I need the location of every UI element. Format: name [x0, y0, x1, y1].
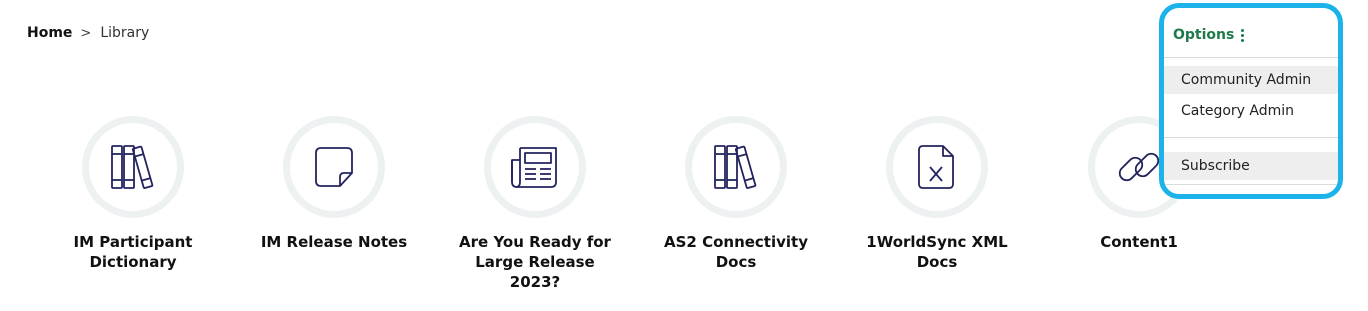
- tile-icon-circle[interactable]: [283, 116, 385, 218]
- tile-im-participant-dictionary[interactable]: IM Participant Dictionary: [33, 116, 233, 272]
- tile-im-release-notes[interactable]: IM Release Notes: [234, 116, 434, 252]
- newspaper-icon: [508, 142, 562, 192]
- menu-item-community-admin[interactable]: Community Admin: [1164, 66, 1338, 94]
- books-icon: [108, 142, 158, 192]
- options-dropdown: Options Community Admin Category Admin S…: [1159, 3, 1343, 199]
- tile-label[interactable]: IM Participant Dictionary: [48, 232, 218, 272]
- breadcrumb-home-link[interactable]: Home: [27, 25, 72, 41]
- xml-file-icon: [915, 142, 959, 192]
- tile-1worldsync-xml-docs[interactable]: 1WorldSync XML Docs: [837, 116, 1037, 272]
- menu-divider: [1164, 137, 1338, 138]
- kebab-menu-icon: [1241, 28, 1245, 42]
- breadcrumb-current: Library: [100, 25, 150, 41]
- tile-label[interactable]: Content1: [1054, 232, 1224, 252]
- tile-large-release-2023[interactable]: Are You Ready for Large Release 2023?: [435, 116, 635, 292]
- menu-item-subscribe[interactable]: Subscribe: [1164, 152, 1338, 180]
- link-icon: [1114, 142, 1164, 192]
- sticky-note-icon: [310, 143, 358, 191]
- menu-divider-bottom: [1164, 184, 1338, 185]
- tile-as2-connectivity-docs[interactable]: AS2 Connectivity Docs: [636, 116, 836, 272]
- breadcrumb: Home > Library: [27, 25, 149, 41]
- menu-item-category-admin[interactable]: Category Admin: [1164, 97, 1338, 125]
- tile-label[interactable]: 1WorldSync XML Docs: [852, 232, 1022, 272]
- tile-label[interactable]: Are You Ready for Large Release 2023?: [450, 232, 620, 292]
- breadcrumb-separator: >: [80, 25, 92, 41]
- tile-icon-circle[interactable]: [82, 116, 184, 218]
- options-label: Options: [1173, 27, 1235, 43]
- tile-label[interactable]: AS2 Connectivity Docs: [651, 232, 821, 272]
- options-button[interactable]: Options: [1173, 27, 1245, 43]
- tile-icon-circle[interactable]: [685, 116, 787, 218]
- tile-label[interactable]: IM Release Notes: [249, 232, 419, 252]
- tile-icon-circle[interactable]: [484, 116, 586, 218]
- tile-icon-circle[interactable]: [886, 116, 988, 218]
- options-divider: [1164, 57, 1338, 58]
- books-icon: [711, 142, 761, 192]
